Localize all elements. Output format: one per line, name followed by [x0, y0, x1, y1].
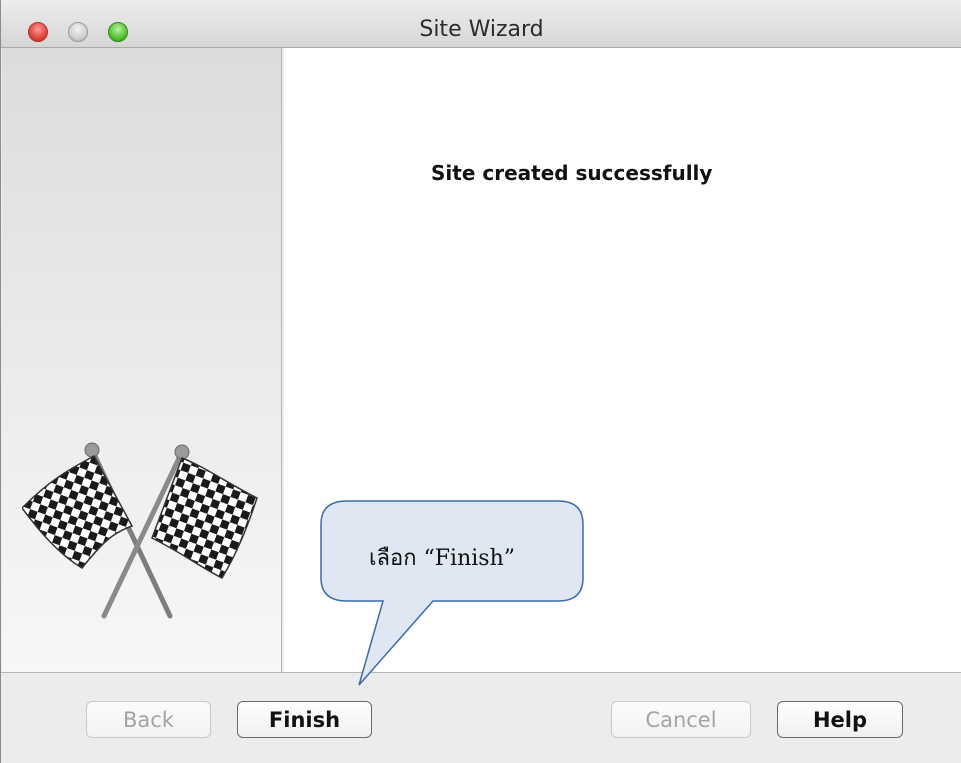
checkered-flags-icon: [22, 442, 258, 619]
button-bar: Back Finish Cancel Help: [1, 672, 961, 763]
wizard-content-pane: Site created successfully: [284, 48, 961, 672]
site-wizard-window: Site Wizard Site created successfully Ba…: [0, 0, 961, 763]
back-button[interactable]: Back: [86, 701, 211, 738]
cancel-button[interactable]: Cancel: [611, 701, 751, 738]
window-title: Site Wizard: [419, 17, 544, 42]
help-button[interactable]: Help: [777, 701, 903, 738]
finish-button[interactable]: Finish: [237, 701, 372, 738]
wizard-sidebar: [2, 48, 282, 672]
success-message: Site created successfully: [431, 161, 713, 185]
callout-text: เลือก “Finish”: [369, 546, 515, 571]
title-bar: Site Wizard: [1, 0, 961, 48]
